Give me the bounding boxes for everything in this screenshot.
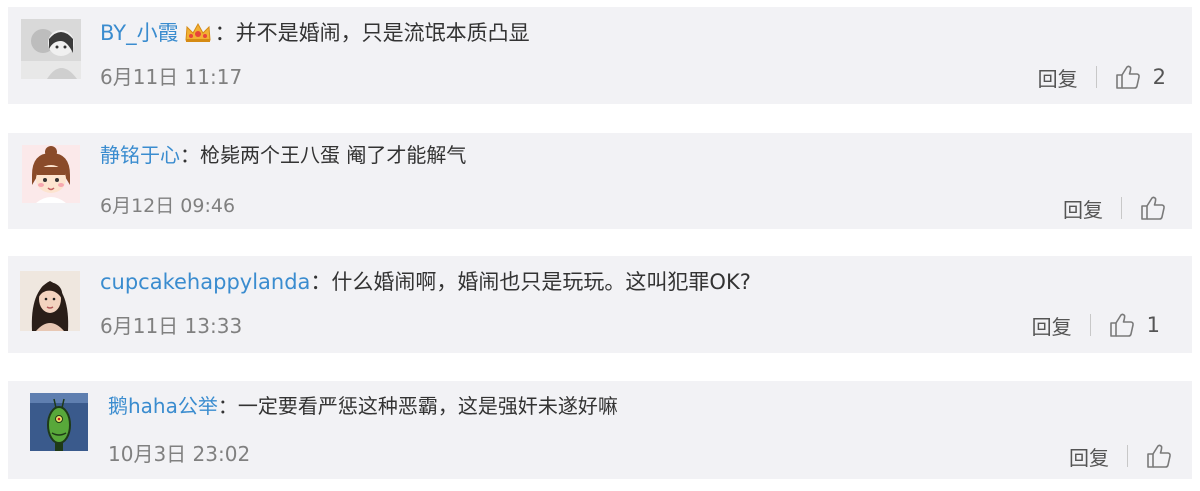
reply-button[interactable]: 回复	[1063, 194, 1103, 223]
comment-text: 枪毙两个王八蛋 阉了才能解气	[200, 143, 467, 167]
separator: ：	[180, 143, 200, 167]
username-link[interactable]: 静铭于心	[100, 143, 180, 167]
comment-line: 静铭于心：枪毙两个王八蛋 阉了才能解气	[100, 141, 466, 169]
comment-line: cupcakehappylanda：什么婚闹啊，婚闹也只是玩玩。这叫犯罪OK?	[100, 268, 751, 296]
like-button[interactable]	[1140, 195, 1166, 221]
comment-actions: 回复 1	[1032, 310, 1160, 340]
reply-button[interactable]: 回复	[1032, 311, 1072, 340]
comment-line: 鹅haha公举：一定要看严惩这种恶霸，这是强奸未遂好嘛	[108, 392, 618, 420]
like-count: 1	[1146, 313, 1160, 337]
separator: ：	[217, 394, 238, 418]
divider	[1089, 314, 1091, 336]
user-avatar[interactable]	[22, 145, 80, 203]
like-button[interactable]: 1	[1109, 312, 1160, 338]
comment-actions: 回复	[1063, 193, 1166, 223]
comment-text: 并不是婚闹，只是流氓本质凸显	[235, 21, 530, 45]
divider	[1121, 197, 1122, 219]
comment-actions: 回复	[1069, 441, 1172, 471]
comment-card: cupcakehappylanda：什么婚闹啊，婚闹也只是玩玩。这叫犯罪OK? …	[8, 256, 1192, 353]
comment-text: 什么婚闹啊，婚闹也只是玩玩。这叫犯罪OK?	[331, 270, 751, 294]
comment-line: BY_小霞 ：并不是婚闹，只是流氓本质凸显	[100, 19, 530, 47]
username-link[interactable]: BY_小霞	[100, 21, 179, 45]
like-button[interactable]: 2	[1115, 64, 1166, 90]
user-avatar[interactable]	[20, 271, 80, 331]
thumbs-up-outline-icon	[1115, 65, 1140, 89]
username-link[interactable]: 鹅haha公举	[108, 394, 218, 418]
username-link[interactable]: cupcakehappylanda	[100, 270, 310, 294]
comment-timestamp: 6月11日 13:33	[100, 314, 243, 338]
comment-actions: 回复 2	[1038, 62, 1166, 92]
comment-timestamp: 6月11日 11:17	[100, 65, 243, 89]
thumbs-up-outline-icon	[1141, 196, 1165, 220]
thumbs-up-outline-icon	[1147, 444, 1171, 468]
user-avatar[interactable]	[21, 19, 81, 79]
crown-badge-icon	[183, 20, 213, 44]
comment-card: BY_小霞 ：并不是婚闹，只是流氓本质凸显 6月11日 11:17 回复 2	[8, 7, 1192, 104]
user-avatar[interactable]	[30, 393, 88, 451]
like-count: 2	[1152, 65, 1166, 89]
divider	[1127, 445, 1128, 467]
thumbs-up-outline-icon	[1109, 313, 1134, 337]
separator: ：	[214, 21, 236, 45]
divider	[1095, 66, 1097, 88]
comment-card: 静铭于心：枪毙两个王八蛋 阉了才能解气 6月12日 09:46 回复	[8, 133, 1192, 229]
comment-timestamp: 10月3日 23:02	[108, 442, 251, 466]
separator: ：	[310, 270, 332, 294]
comment-card: 鹅haha公举：一定要看严惩这种恶霸，这是强奸未遂好嘛 10月3日 23:02 …	[8, 381, 1192, 479]
comment-timestamp: 6月12日 09:46	[100, 195, 236, 217]
reply-button[interactable]: 回复	[1069, 442, 1109, 471]
reply-button[interactable]: 回复	[1038, 63, 1078, 92]
like-button[interactable]	[1146, 443, 1172, 469]
comment-text: 一定要看严惩这种恶霸，这是强奸未遂好嘛	[237, 394, 618, 418]
